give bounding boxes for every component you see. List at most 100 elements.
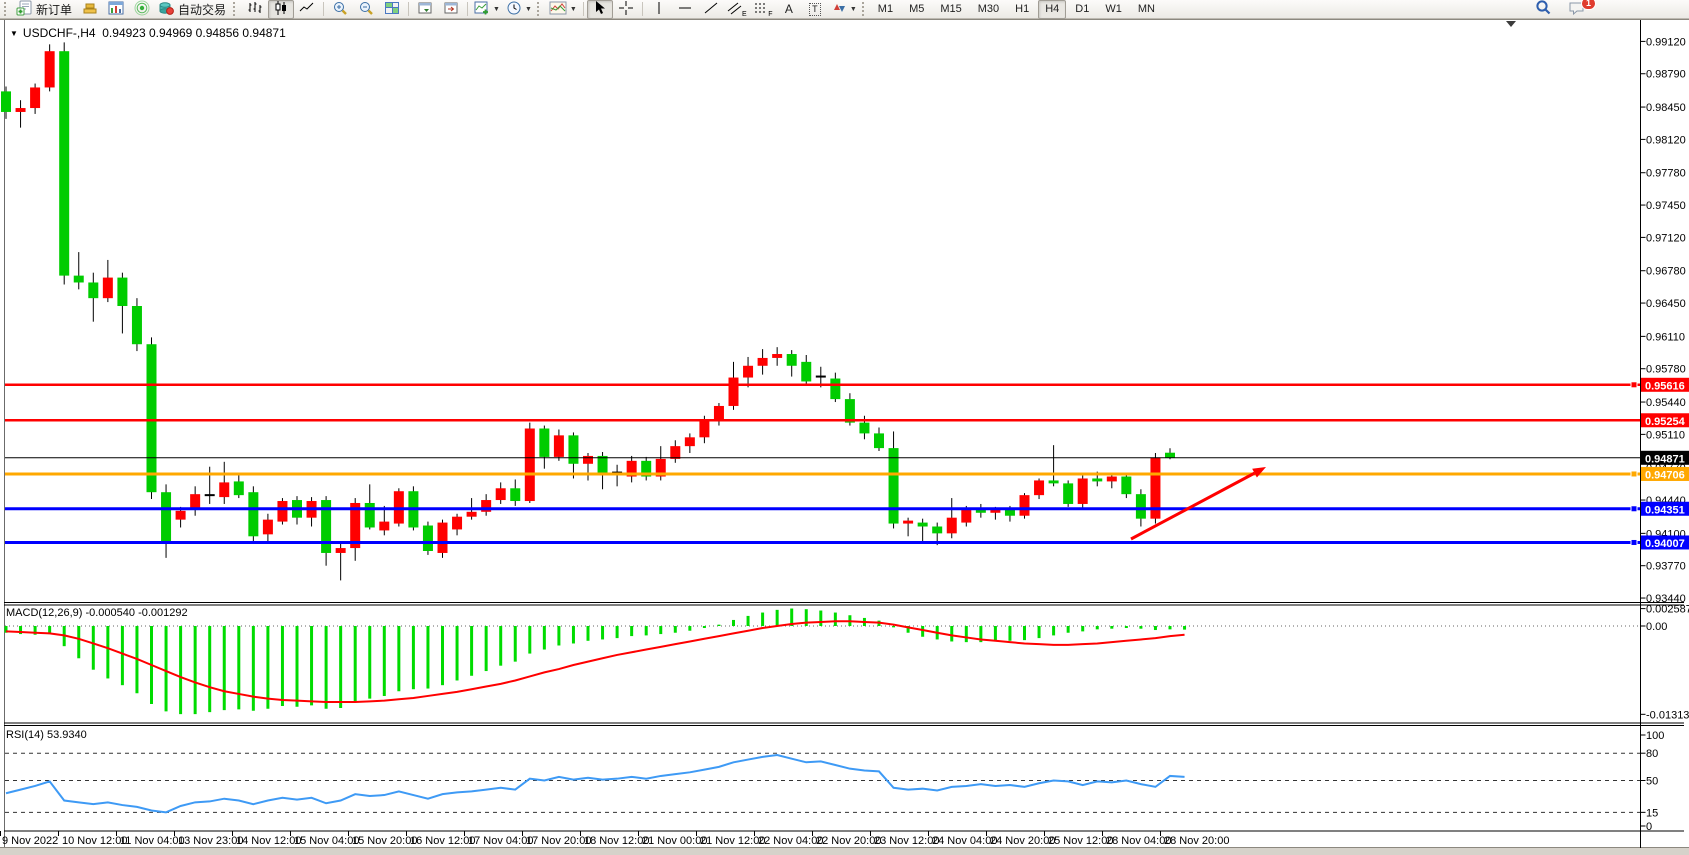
notifications-button[interactable]: 1 [1564, 0, 1590, 19]
price-tick-label: 0.98120 [1646, 134, 1686, 146]
time-axis-label: 9 Nov 2022 [2, 835, 58, 847]
bull-candle-body [1107, 477, 1117, 482]
timeframe-button-h4[interactable]: H4 [1038, 0, 1066, 19]
bull-candle-body [525, 429, 535, 502]
add-chart-icon [474, 0, 490, 19]
chart-background [0, 19, 1689, 848]
bear-candle-body [568, 435, 578, 463]
time-axis-label: 22 Nov 04:00 [758, 835, 823, 847]
timeframe-button-m5[interactable]: M5 [902, 0, 931, 19]
bear-candle-body [830, 379, 840, 400]
zoom-in-icon [332, 0, 348, 19]
add-indicator-button[interactable]: ▼ [471, 0, 503, 19]
equidistant-channel-icon [727, 0, 743, 19]
vertical-line-icon [652, 0, 666, 19]
period-button[interactable]: ▼ [503, 0, 535, 19]
bear-candle-body [161, 492, 171, 542]
new-order-button[interactable]: 新订单 [13, 0, 77, 19]
timeframe-button-m15[interactable]: M15 [933, 0, 968, 19]
bear-candle-body [117, 278, 127, 306]
timeframe-group: M1M5M15M30H1H4D1W1MN [871, 0, 1162, 19]
bull-candle-body [190, 494, 200, 508]
channel-tool-button[interactable]: E [724, 0, 750, 19]
bull-candle-body [336, 548, 346, 553]
fibonacci-tool-button[interactable]: F [750, 0, 776, 19]
toolbar-separator [642, 2, 643, 16]
toolbar-grip[interactable] [233, 2, 238, 16]
bull-candle-body [277, 501, 287, 522]
quotes-button[interactable] [77, 0, 103, 19]
bear-candle-body [88, 282, 98, 298]
bull-candle-body [990, 510, 1000, 513]
bear-candle-body [132, 306, 142, 344]
new-chart-button[interactable] [103, 0, 129, 19]
cursor-tool-button[interactable] [587, 0, 613, 19]
autotrading-button[interactable]: 自动交易 [155, 0, 231, 19]
timeframe-button-m1[interactable]: M1 [871, 0, 900, 19]
crosshair-tool-button[interactable] [613, 0, 639, 19]
price-tick-label: 0.96450 [1646, 298, 1686, 310]
bar-chart-type-button[interactable] [242, 0, 268, 19]
text-label-tool-button[interactable]: T [802, 0, 828, 19]
symbol-dropdown-icon[interactable]: ▼ [10, 29, 18, 38]
bear-candle-body [598, 456, 608, 474]
tile-windows-button[interactable] [379, 0, 405, 19]
timeframe-button-w1[interactable]: W1 [1098, 0, 1129, 19]
chevron-down-icon: ▼ [570, 6, 577, 13]
bull-candle-body [743, 366, 753, 378]
fibonacci-icon [753, 0, 769, 19]
search-icon [1535, 0, 1552, 19]
chevron-down-icon: ▼ [525, 6, 532, 13]
notification-count-badge: 1 [1581, 0, 1596, 10]
toolbar-grip[interactable] [537, 2, 542, 16]
bear-candle-body [1165, 453, 1175, 458]
line-chart-type-button[interactable] [294, 0, 320, 19]
cursor-icon [592, 0, 608, 19]
timeframe-button-d1[interactable]: D1 [1068, 0, 1096, 19]
clock-icon [506, 0, 522, 19]
bull-candle-body [729, 378, 739, 406]
bull-candle-body [467, 512, 477, 517]
level-marker-square [1631, 471, 1637, 477]
chart-canvas[interactable]: 0.991200.987900.984500.981200.977800.974… [0, 0, 1689, 855]
bull-candle-body [452, 517, 462, 530]
price-badge-label: 0.94351 [1645, 504, 1685, 516]
candle-chart-type-button[interactable] [268, 0, 294, 19]
chart-shift-button[interactable] [438, 0, 464, 19]
new-order-label: 新订单 [34, 1, 74, 18]
price-tick-label: 0.97120 [1646, 232, 1686, 244]
text-tool-button[interactable]: A [776, 0, 802, 19]
zoom-out-button[interactable] [353, 0, 379, 19]
vertical-line-tool-button[interactable] [646, 0, 672, 19]
auto-scroll-button[interactable] [412, 0, 438, 19]
price-tick-label: 0.93770 [1646, 561, 1686, 573]
timeframe-button-m30[interactable]: M30 [971, 0, 1006, 19]
time-axis-label: 17 Nov 04:00 [468, 835, 533, 847]
bull-candle-body [554, 435, 564, 457]
indicators-icon [549, 0, 567, 19]
bear-candle-body [918, 523, 928, 527]
timeframe-button-mn[interactable]: MN [1131, 0, 1162, 19]
horizontal-line-icon [677, 0, 693, 19]
bull-candle-body [1020, 495, 1030, 516]
toolbar-grip[interactable] [4, 2, 9, 16]
bull-candle-body [219, 482, 229, 497]
trendline-tool-button[interactable] [698, 0, 724, 19]
timeframe-button-h1[interactable]: H1 [1008, 0, 1036, 19]
bear-candle-body [539, 429, 549, 457]
bear-candle-body [1121, 477, 1131, 495]
bull-candle-body [45, 51, 55, 87]
indicators-list-button[interactable]: ▼ [546, 0, 580, 19]
price-tick-label: 0.98450 [1646, 102, 1686, 114]
shapes-tool-button[interactable]: ▼ [828, 0, 860, 19]
bear-candle-body [1049, 480, 1059, 483]
horizontal-line-tool-button[interactable] [672, 0, 698, 19]
market-watch-button[interactable] [129, 0, 155, 19]
zoom-in-button[interactable] [327, 0, 353, 19]
price-tick-label: 0.95780 [1646, 364, 1686, 376]
autotrading-label: 自动交易 [176, 1, 228, 18]
time-axis-label: 21 Nov 00:00 [642, 835, 707, 847]
search-button[interactable] [1530, 0, 1556, 19]
toolbar-grip[interactable] [862, 2, 867, 16]
rsi-indicator-label: RSI(14) 53.9340 [6, 729, 87, 741]
